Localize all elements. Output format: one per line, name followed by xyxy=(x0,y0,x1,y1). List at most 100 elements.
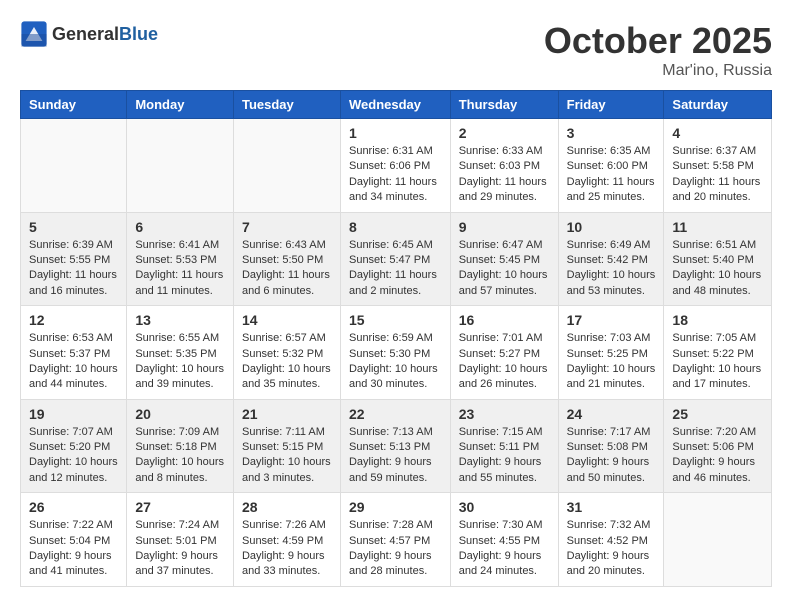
month-title: October 2025 xyxy=(544,20,772,62)
calendar-cell: 17 Sunrise: 7:03 AM Sunset: 5:25 PM Dayli… xyxy=(558,306,664,400)
logo-general-text: General xyxy=(52,24,119,45)
calendar-cell: 23 Sunrise: 7:15 AM Sunset: 5:11 PM Dayli… xyxy=(450,399,558,493)
logo-icon xyxy=(20,20,48,48)
day-info: Sunrise: 7:11 AM Sunset: 5:15 PM Dayligh… xyxy=(242,425,332,487)
logo: General Blue xyxy=(20,20,158,48)
day-info: Sunrise: 6:37 AM Sunset: 5:58 PM Dayligh… xyxy=(672,144,763,206)
day-info: Sunrise: 7:07 AM Sunset: 5:20 PM Dayligh… xyxy=(29,425,118,487)
day-info: Sunrise: 7:13 AM Sunset: 5:13 PM Dayligh… xyxy=(349,425,442,487)
calendar-week-5: 26Sunrise: 7:22 AM Sunset: 5:04 PM Dayli… xyxy=(21,493,772,587)
day-info: Sunrise: 7:03 AM Sunset: 5:25 PM Dayligh… xyxy=(567,331,656,393)
day-info: Sunrise: 6:41 AM Sunset: 5:53 PM Dayligh… xyxy=(135,238,225,300)
calendar-cell: 30Sunrise: 7:30 AM Sunset: 4:55 PM Dayli… xyxy=(450,493,558,587)
day-info: Sunrise: 6:31 AM Sunset: 6:06 PM Dayligh… xyxy=(349,144,442,206)
day-number: 10 xyxy=(567,219,656,235)
day-info: Sunrise: 6:59 AM Sunset: 5:30 PM Dayligh… xyxy=(349,331,442,393)
day-info: Sunrise: 6:35 AM Sunset: 6:00 PM Dayligh… xyxy=(567,144,656,206)
day-number: 11 xyxy=(672,219,763,235)
day-number: 25 xyxy=(672,406,763,422)
day-info: Sunrise: 7:01 AM Sunset: 5:27 PM Dayligh… xyxy=(459,331,550,393)
calendar-cell: 4 Sunrise: 6:37 AM Sunset: 5:58 PM Daylig… xyxy=(664,119,772,213)
day-number: 14 xyxy=(242,312,332,328)
calendar-cell: 24Sunrise: 7:17 AM Sunset: 5:08 PM Dayli… xyxy=(558,399,664,493)
page-header: General Blue October 2025 Mar'ino, Russi… xyxy=(20,20,772,80)
day-info: Sunrise: 7:05 AM Sunset: 5:22 PM Dayligh… xyxy=(672,331,763,393)
calendar-cell: 10 Sunrise: 6:49 AM Sunset: 5:42 PM Dayli… xyxy=(558,212,664,306)
calendar-cell: 15 Sunrise: 6:59 AM Sunset: 5:30 PM Dayli… xyxy=(340,306,450,400)
day-info: Sunrise: 6:49 AM Sunset: 5:42 PM Dayligh… xyxy=(567,238,656,300)
day-info: Sunrise: 7:15 AM Sunset: 5:11 PM Dayligh… xyxy=(459,425,550,487)
calendar-cell: 11 Sunrise: 6:51 AM Sunset: 5:40 PM Dayli… xyxy=(664,212,772,306)
calendar-cell xyxy=(127,119,234,213)
day-number: 28 xyxy=(242,499,332,515)
calendar-cell: 2 Sunrise: 6:33 AM Sunset: 6:03 PM Daylig… xyxy=(450,119,558,213)
calendar-cell: 6 Sunrise: 6:41 AM Sunset: 5:53 PM Daylig… xyxy=(127,212,234,306)
day-number: 19 xyxy=(29,406,118,422)
calendar-cell: 14Sunrise: 6:57 AM Sunset: 5:32 PM Dayli… xyxy=(233,306,340,400)
calendar-cell: 22 Sunrise: 7:13 AM Sunset: 5:13 PM Dayli… xyxy=(340,399,450,493)
day-number: 23 xyxy=(459,406,550,422)
day-number: 27 xyxy=(135,499,225,515)
day-number: 13 xyxy=(135,312,225,328)
day-info: Sunrise: 7:24 AM Sunset: 5:01 PM Dayligh… xyxy=(135,518,225,580)
calendar-cell: 18 Sunrise: 7:05 AM Sunset: 5:22 PM Dayli… xyxy=(664,306,772,400)
title-block: October 2025 Mar'ino, Russia xyxy=(544,20,772,80)
weekday-header-wednesday: Wednesday xyxy=(340,91,450,119)
day-number: 16 xyxy=(459,312,550,328)
calendar-cell: 20Sunrise: 7:09 AM Sunset: 5:18 PM Dayli… xyxy=(127,399,234,493)
calendar-week-2: 5Sunrise: 6:39 AM Sunset: 5:55 PM Daylig… xyxy=(21,212,772,306)
day-number: 3 xyxy=(567,125,656,141)
day-number: 15 xyxy=(349,312,442,328)
day-number: 7 xyxy=(242,219,332,235)
day-info: Sunrise: 6:53 AM Sunset: 5:37 PM Dayligh… xyxy=(29,331,118,393)
weekday-header-tuesday: Tuesday xyxy=(233,91,340,119)
day-number: 9 xyxy=(459,219,550,235)
day-info: Sunrise: 6:51 AM Sunset: 5:40 PM Dayligh… xyxy=(672,238,763,300)
weekday-header-thursday: Thursday xyxy=(450,91,558,119)
calendar-cell: 31Sunrise: 7:32 AM Sunset: 4:52 PM Dayli… xyxy=(558,493,664,587)
calendar-cell: 29 Sunrise: 7:28 AM Sunset: 4:57 PM Dayli… xyxy=(340,493,450,587)
calendar-cell xyxy=(664,493,772,587)
calendar-cell: 9 Sunrise: 6:47 AM Sunset: 5:45 PM Daylig… xyxy=(450,212,558,306)
calendar-body: 1Sunrise: 6:31 AM Sunset: 6:06 PM Daylig… xyxy=(21,119,772,587)
logo-blue-text: Blue xyxy=(119,24,158,45)
day-number: 18 xyxy=(672,312,763,328)
day-number: 2 xyxy=(459,125,550,141)
day-info: Sunrise: 6:47 AM Sunset: 5:45 PM Dayligh… xyxy=(459,238,550,300)
calendar-cell: 5Sunrise: 6:39 AM Sunset: 5:55 PM Daylig… xyxy=(21,212,127,306)
day-number: 4 xyxy=(672,125,763,141)
day-number: 8 xyxy=(349,219,442,235)
calendar-cell: 28 Sunrise: 7:26 AM Sunset: 4:59 PM Dayli… xyxy=(233,493,340,587)
day-number: 29 xyxy=(349,499,442,515)
day-info: Sunrise: 7:09 AM Sunset: 5:18 PM Dayligh… xyxy=(135,425,225,487)
weekday-header-row: SundayMondayTuesdayWednesdayThursdayFrid… xyxy=(21,91,772,119)
day-info: Sunrise: 6:45 AM Sunset: 5:47 PM Dayligh… xyxy=(349,238,442,300)
calendar-table: SundayMondayTuesdayWednesdayThursdayFrid… xyxy=(20,90,772,587)
calendar-cell: 13Sunrise: 6:55 AM Sunset: 5:35 PM Dayli… xyxy=(127,306,234,400)
day-info: Sunrise: 7:20 AM Sunset: 5:06 PM Dayligh… xyxy=(672,425,763,487)
calendar-cell: 16 Sunrise: 7:01 AM Sunset: 5:27 PM Dayli… xyxy=(450,306,558,400)
day-info: Sunrise: 7:32 AM Sunset: 4:52 PM Dayligh… xyxy=(567,518,656,580)
calendar-week-3: 12Sunrise: 6:53 AM Sunset: 5:37 PM Dayli… xyxy=(21,306,772,400)
day-number: 22 xyxy=(349,406,442,422)
calendar-cell: 27 Sunrise: 7:24 AM Sunset: 5:01 PM Dayli… xyxy=(127,493,234,587)
calendar-cell xyxy=(233,119,340,213)
calendar-cell xyxy=(21,119,127,213)
day-info: Sunrise: 7:26 AM Sunset: 4:59 PM Dayligh… xyxy=(242,518,332,580)
calendar-cell: 8 Sunrise: 6:45 AM Sunset: 5:47 PM Daylig… xyxy=(340,212,450,306)
day-info: Sunrise: 7:28 AM Sunset: 4:57 PM Dayligh… xyxy=(349,518,442,580)
weekday-header-saturday: Saturday xyxy=(664,91,772,119)
day-info: Sunrise: 6:33 AM Sunset: 6:03 PM Dayligh… xyxy=(459,144,550,206)
day-number: 17 xyxy=(567,312,656,328)
day-number: 21 xyxy=(242,406,332,422)
calendar-cell: 1Sunrise: 6:31 AM Sunset: 6:06 PM Daylig… xyxy=(340,119,450,213)
day-info: Sunrise: 6:43 AM Sunset: 5:50 PM Dayligh… xyxy=(242,238,332,300)
weekday-header-monday: Monday xyxy=(127,91,234,119)
calendar-cell: 26Sunrise: 7:22 AM Sunset: 5:04 PM Dayli… xyxy=(21,493,127,587)
location-title: Mar'ino, Russia xyxy=(544,62,772,80)
day-info: Sunrise: 7:30 AM Sunset: 4:55 PM Dayligh… xyxy=(459,518,550,580)
day-number: 6 xyxy=(135,219,225,235)
day-number: 5 xyxy=(29,219,118,235)
calendar-week-1: 1Sunrise: 6:31 AM Sunset: 6:06 PM Daylig… xyxy=(21,119,772,213)
calendar-cell: 19 Sunrise: 7:07 AM Sunset: 5:20 PM Dayli… xyxy=(21,399,127,493)
